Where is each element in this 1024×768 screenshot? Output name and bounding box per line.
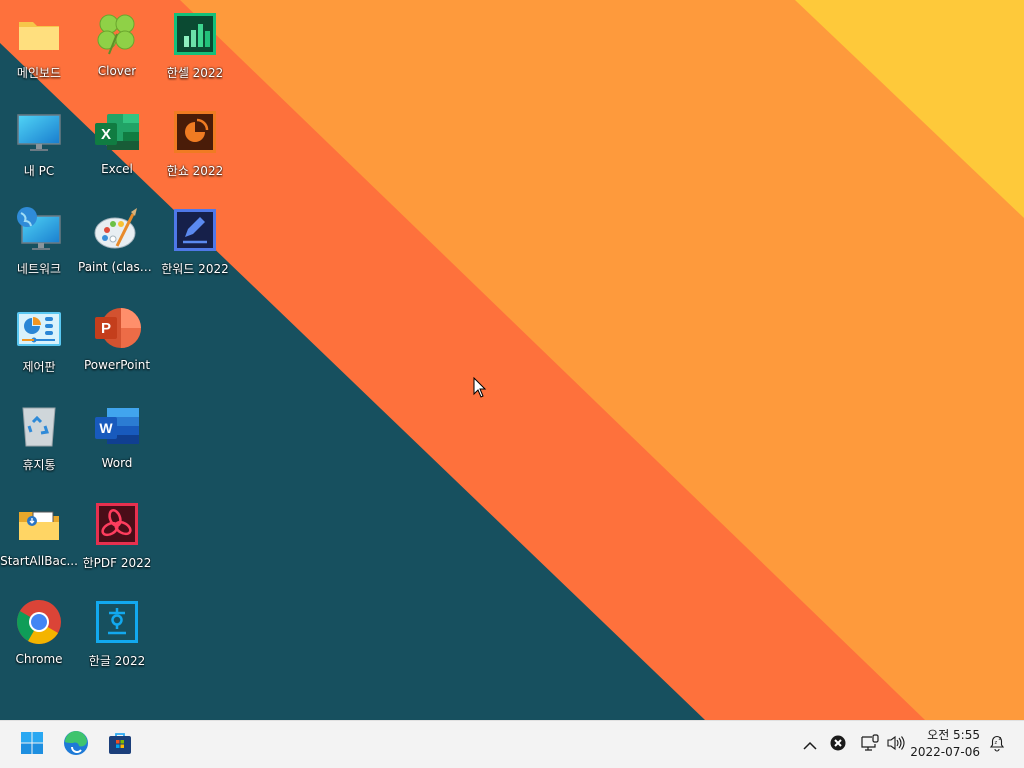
tray-app-button[interactable] <box>828 733 848 757</box>
network-volume-button[interactable] <box>858 733 908 757</box>
desktop-icon-label: 한워드 2022 <box>161 262 229 276</box>
desktop-icon-label: 네트워크 <box>16 262 62 276</box>
desktop-icon-label: Word <box>101 456 133 470</box>
desktop-icon-label: 한쇼 2022 <box>166 164 224 178</box>
hanword-icon <box>171 206 219 254</box>
windows-start-icon <box>20 731 44 759</box>
chrome-icon <box>15 598 63 646</box>
bell-snooze-icon: zz <box>988 734 1006 756</box>
hanshow-icon <box>171 108 219 156</box>
control-panel-icon <box>15 304 63 352</box>
desktop-icon-label: 내 PC <box>23 164 55 178</box>
svg-text:X: X <box>101 126 111 143</box>
start-button[interactable] <box>14 727 50 763</box>
svg-text:z: z <box>995 740 998 746</box>
desktop-icon-clover[interactable]: Clover <box>78 2 156 92</box>
powerpoint-icon: P <box>93 304 141 352</box>
desktop-icon-label: Excel <box>101 162 133 176</box>
taskbar-clock[interactable]: 오전 5:55 2022-07-06 <box>910 727 980 761</box>
recycle-bin-icon <box>15 402 63 450</box>
close-circle-icon <box>830 735 846 755</box>
taskbar-edge-button[interactable] <box>58 727 94 763</box>
notification-center-button[interactable]: zz <box>986 733 1008 757</box>
word-icon: W <box>93 402 141 450</box>
network-icon <box>15 206 63 254</box>
network-wired-icon <box>861 734 881 756</box>
desktop-icon-label: 한글 2022 <box>88 654 146 668</box>
desktop-icon-hancell[interactable]: 한셀 2022 <box>156 2 234 92</box>
edge-icon <box>63 730 89 760</box>
desktop-icon-chrome[interactable]: Chrome <box>0 590 78 680</box>
desktop-icon-paint[interactable]: Paint (classic) <box>78 198 156 288</box>
desktop-icon-this-pc[interactable]: 내 PC <box>0 100 78 190</box>
desktop-icon-excel[interactable]: X Excel <box>78 100 156 190</box>
svg-text:z: z <box>999 736 1002 742</box>
desktop-icon-label: 한셀 2022 <box>166 66 224 80</box>
taskbar: 오전 5:55 2022-07-06 zz <box>0 720 1024 768</box>
desktop-icon-label: Chrome <box>15 652 63 666</box>
clock-date: 2022-07-06 <box>910 745 980 759</box>
excel-icon: X <box>93 108 141 156</box>
svg-text:P: P <box>101 320 111 337</box>
hanpdf-icon <box>93 500 141 548</box>
hancell-icon <box>171 10 219 58</box>
folder-icon <box>15 10 63 58</box>
desktop-icon-hanword[interactable]: 한워드 2022 <box>156 198 234 288</box>
desktop-icon-label: 제어판 <box>22 360 56 374</box>
desktop-icon-label: Paint (classic) <box>78 260 156 274</box>
desktop-icon-startallback[interactable]: StartAllBac... <box>0 492 78 582</box>
desktop-icon-hanpdf[interactable]: 한PDF 2022 <box>78 492 156 582</box>
clock-time: 오전 5:55 <box>927 728 980 742</box>
mouse-cursor-icon <box>473 376 487 403</box>
desktop-icon-mainboard[interactable]: 메인보드 <box>0 2 78 92</box>
taskbar-store-button[interactable] <box>102 727 138 763</box>
desktop-icon-label: 메인보드 <box>16 66 62 80</box>
desktop-icon-label: 한PDF 2022 <box>82 556 152 570</box>
show-hidden-icons-button[interactable] <box>800 733 820 757</box>
paint-icon <box>93 206 141 254</box>
desktop-icon-label: PowerPoint <box>83 358 151 372</box>
desktop-icon-hangul[interactable]: 한글 2022 <box>78 590 156 680</box>
desktop-icon-powerpoint[interactable]: P PowerPoint <box>78 296 156 386</box>
svg-text:W: W <box>99 420 113 436</box>
startallback-folder-icon <box>15 500 63 548</box>
desktop-icon-label: StartAllBac... <box>0 554 78 568</box>
clover-icon <box>93 10 141 58</box>
desktop-icon-hanshow[interactable]: 한쇼 2022 <box>156 100 234 190</box>
chevron-up-icon <box>803 736 817 755</box>
monitor-icon <box>15 108 63 156</box>
hangul-icon <box>93 598 141 646</box>
desktop-icon-word[interactable]: W Word <box>78 394 156 484</box>
desktop-icon-recycle-bin[interactable]: 휴지통 <box>0 394 78 484</box>
desktop-icon-control-panel[interactable]: 제어판 <box>0 296 78 386</box>
desktop-icon-label: 휴지통 <box>22 458 56 472</box>
desktop-icon-network[interactable]: 네트워크 <box>0 198 78 288</box>
speaker-icon <box>887 735 905 755</box>
desktop-icon-label: Clover <box>97 64 137 78</box>
store-icon <box>108 731 132 759</box>
